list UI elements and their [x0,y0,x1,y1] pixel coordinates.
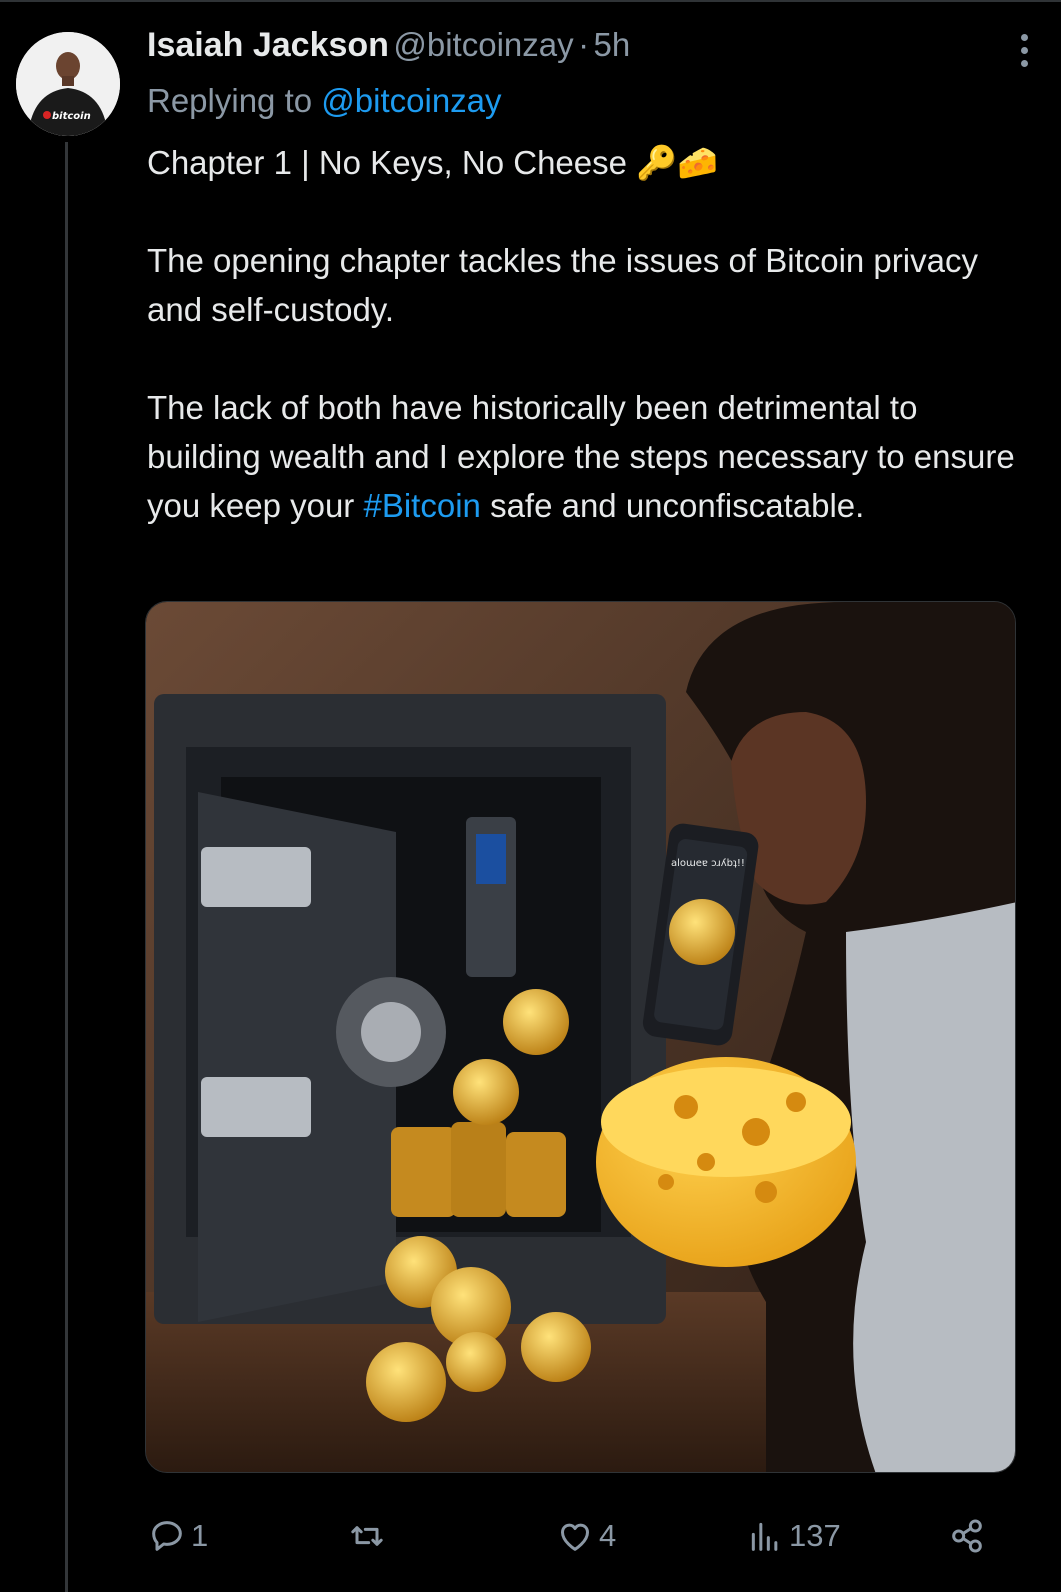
tweet-header: Isaiah Jackson @bitcoinzay · 5h [147,26,1041,70]
replying-to-label: Replying to [147,82,313,119]
tweet-paragraph-1: The opening chapter tackles the issues o… [147,242,978,328]
avatar-shirt-text: bitcoin [52,111,91,122]
more-options-icon[interactable] [1007,30,1041,74]
separator-dot: · [578,26,590,63]
replying-to-handle[interactable]: @bitcoinzay [321,82,501,119]
phone-screen-text: aloɯeɐ ɔɹʎbʇ!! [671,858,745,869]
paragraph-2-end: safe and unconfiscatable. [490,487,865,524]
like-button[interactable]: 4 [555,1510,616,1562]
share-button[interactable] [947,1510,987,1562]
replying-to: Replying to @bitcoinzay [147,82,502,120]
thread-line [65,142,68,1592]
tweet-paragraph-2: The lack of both have historically been … [147,383,1027,530]
reply-count: 1 [191,1518,209,1553]
like-count: 4 [599,1518,617,1553]
top-divider [0,0,1061,2]
heart-icon [561,1523,589,1551]
tweet-text: Chapter 1 | No Keys, No Cheese 🔑🧀 The op… [147,138,1027,530]
tweet-title-line: Chapter 1 | No Keys, No Cheese 🔑🧀 [147,138,1027,187]
avatar[interactable]: bitcoin [16,32,120,136]
key-cheese-emoji-icon: 🔑🧀 [636,144,719,181]
views-button[interactable]: 137 [745,1510,841,1562]
timestamp[interactable]: 5h [594,26,631,63]
author-name[interactable]: Isaiah Jackson [147,26,389,64]
share-icon [952,1519,982,1553]
repost-button[interactable] [347,1510,391,1562]
tweet-actions: 1 4 137 [147,1510,1007,1562]
reply-button[interactable]: 1 [147,1510,208,1562]
hashtag-bitcoin[interactable]: #Bitcoin [363,487,480,524]
views-bar-chart-icon [751,1522,778,1551]
reply-icon [152,1521,182,1551]
author-handle[interactable]: @bitcoinzay [393,26,573,63]
repost-icon [351,1526,383,1546]
chapter-title: Chapter 1 | No Keys, No Cheese [147,144,627,181]
tweet-image[interactable]: aloɯeɐ ɔɹʎbʇ!! [145,601,1016,1473]
views-count: 137 [789,1518,841,1553]
